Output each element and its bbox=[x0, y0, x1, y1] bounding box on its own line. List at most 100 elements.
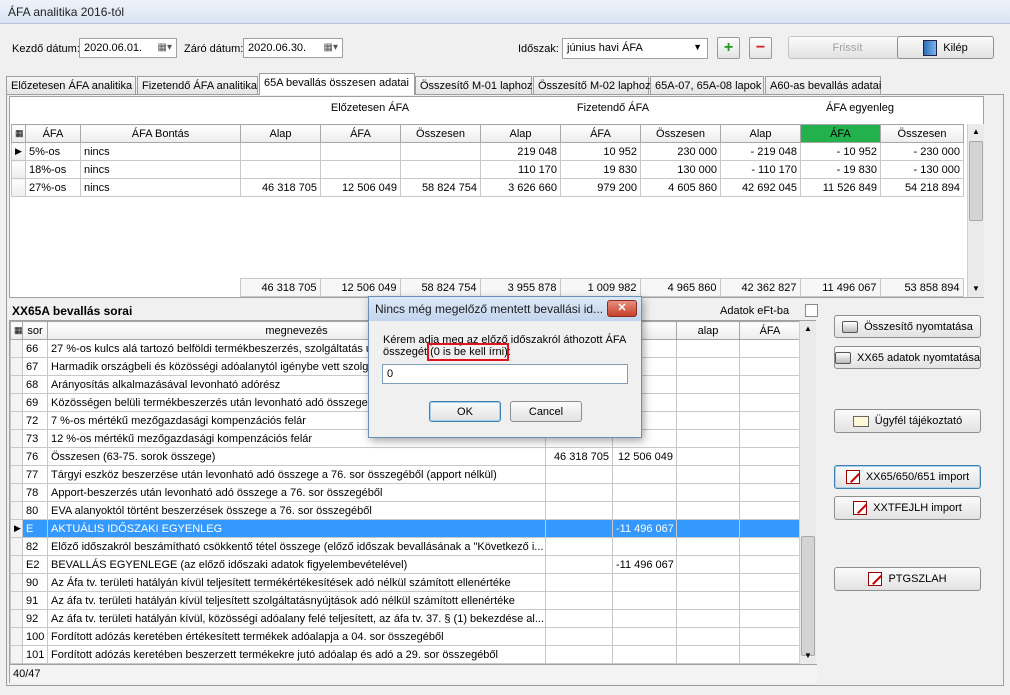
line-value[interactable] bbox=[545, 591, 613, 610]
summary-cell[interactable]: 58 824 754 bbox=[400, 178, 481, 197]
grid-settings-icon[interactable]: ▦ bbox=[11, 124, 26, 143]
summary-cell[interactable]: - 10 952 bbox=[800, 142, 881, 161]
line-code[interactable]: 100 bbox=[22, 627, 48, 646]
summary-cell[interactable]: 230 000 bbox=[640, 142, 721, 161]
line-value[interactable] bbox=[545, 555, 613, 574]
line-description[interactable]: EVA alanyoktól történt beszerzések össze… bbox=[47, 501, 546, 520]
line-description[interactable]: Összesen (63-75. sorok összege) bbox=[47, 447, 546, 466]
line-value[interactable] bbox=[612, 573, 677, 592]
line-row[interactable]: 80 EVA alanyoktól történt beszerzések öss… bbox=[10, 501, 801, 520]
line-value[interactable] bbox=[676, 393, 740, 412]
tab-m02-summary[interactable]: Összesítő M-02 laphoz bbox=[533, 76, 651, 95]
line-value[interactable] bbox=[676, 645, 740, 664]
row-indicator[interactable] bbox=[10, 555, 23, 574]
line-code[interactable]: 91 bbox=[22, 591, 48, 610]
col-header-output-total[interactable]: Összesen bbox=[640, 124, 721, 143]
line-description[interactable]: Fordított adózás keretében értékesített … bbox=[47, 627, 546, 646]
summary-cell[interactable] bbox=[240, 142, 321, 161]
summary-cell[interactable]: 5%-os bbox=[25, 142, 81, 161]
line-value[interactable] bbox=[612, 537, 677, 556]
line-description[interactable]: BEVALLÁS EGYENLEGE (az előző időszaki ad… bbox=[47, 555, 546, 574]
line-value[interactable] bbox=[612, 645, 677, 664]
line-code[interactable]: 90 bbox=[22, 573, 48, 592]
current-row-arrow-icon[interactable]: ▶ bbox=[11, 142, 26, 161]
row-indicator[interactable] bbox=[10, 609, 23, 628]
summary-cell[interactable]: nincs bbox=[80, 160, 241, 179]
row-indicator[interactable] bbox=[10, 393, 23, 412]
summary-cell[interactable]: 10 952 bbox=[560, 142, 641, 161]
summary-cell[interactable]: 46 318 705 bbox=[240, 178, 321, 197]
scroll-thumb[interactable] bbox=[801, 536, 815, 656]
col-header-output-vat[interactable]: ÁFA bbox=[560, 124, 641, 143]
line-value[interactable] bbox=[676, 501, 740, 520]
close-icon[interactable]: ✕ bbox=[607, 300, 637, 317]
summary-cell[interactable]: 11 526 849 bbox=[800, 178, 881, 197]
grid-settings-icon[interactable]: ▦ bbox=[10, 321, 23, 340]
tab-65a-summary[interactable]: 65A bevallás összesen adatai bbox=[259, 73, 415, 95]
line-value[interactable] bbox=[676, 591, 740, 610]
line-code[interactable]: 76 bbox=[22, 447, 48, 466]
summary-cell[interactable]: 130 000 bbox=[640, 160, 721, 179]
line-value[interactable] bbox=[739, 411, 801, 430]
end-date-field[interactable]: 2020.06.30. ▦▾ bbox=[243, 38, 343, 58]
line-row[interactable]: 92 Az áfa tv. területi hatályán kívül, kö… bbox=[10, 609, 801, 628]
line-value[interactable] bbox=[739, 375, 801, 394]
line-row[interactable]: 91 Az áfa tv. területi hatályán kívül tel… bbox=[10, 591, 801, 610]
line-value[interactable] bbox=[676, 465, 740, 484]
tab-input-vat[interactable]: Előzetesen ÁFA analitika bbox=[6, 76, 136, 95]
line-value[interactable] bbox=[545, 519, 613, 538]
scroll-thumb[interactable] bbox=[969, 141, 983, 221]
summary-cell[interactable]: nincs bbox=[80, 142, 241, 161]
row-indicator[interactable] bbox=[10, 591, 23, 610]
remove-button[interactable]: − bbox=[749, 37, 772, 59]
line-description[interactable]: Az Áfa tv. területi hatályán kívül telje… bbox=[47, 573, 546, 592]
line-value[interactable]: 46 318 705 bbox=[545, 447, 613, 466]
line-value[interactable] bbox=[676, 375, 740, 394]
summary-row[interactable]: 18%-os nincs 110 170 19 830 130 000- 110 170… bbox=[11, 160, 964, 179]
line-value[interactable] bbox=[739, 393, 801, 412]
line-code[interactable]: 80 bbox=[22, 501, 48, 520]
line-value[interactable] bbox=[676, 339, 740, 358]
col-header-balance-base[interactable]: Alap bbox=[720, 124, 801, 143]
line-value[interactable] bbox=[612, 591, 677, 610]
start-date-field[interactable]: 2020.06.01. ▦▾ bbox=[79, 38, 177, 58]
col-header-balance-total[interactable]: Összesen bbox=[880, 124, 964, 143]
line-code[interactable]: 101 bbox=[22, 645, 48, 664]
col-header-output-base[interactable]: Alap bbox=[480, 124, 561, 143]
exit-button[interactable]: Kilép bbox=[897, 36, 994, 59]
line-value[interactable] bbox=[676, 483, 740, 502]
line-value[interactable] bbox=[676, 519, 740, 538]
scroll-up-icon[interactable]: ▲ bbox=[800, 321, 816, 337]
line-value[interactable] bbox=[739, 483, 801, 502]
line-row[interactable]: 100 Fordított adózás keretében értékesíte… bbox=[10, 627, 801, 646]
summary-cell[interactable] bbox=[400, 160, 481, 179]
ok-button[interactable]: OK bbox=[429, 401, 501, 422]
xx65-print-button[interactable]: XX65 adatok nyomtatása bbox=[834, 346, 981, 369]
line-value[interactable] bbox=[545, 573, 613, 592]
line-code[interactable]: 78 bbox=[22, 483, 48, 502]
row-indicator[interactable] bbox=[11, 178, 26, 197]
tab-65a-07-08[interactable]: 65A-07, 65A-08 lapok bbox=[650, 76, 764, 95]
line-row[interactable]: 78 Apport-beszerzés után levonható adó ös… bbox=[10, 483, 801, 502]
line-description[interactable]: Apport-beszerzés után levonható adó össz… bbox=[47, 483, 546, 502]
line-value[interactable]: -11 496 067 bbox=[612, 555, 677, 574]
line-code[interactable]: 73 bbox=[22, 429, 48, 448]
line-row[interactable]: 82 Előző időszakról beszámítható csökkent… bbox=[10, 537, 801, 556]
line-code[interactable]: 82 bbox=[22, 537, 48, 556]
row-indicator[interactable] bbox=[10, 411, 23, 430]
line-value[interactable] bbox=[739, 645, 801, 664]
line-value[interactable] bbox=[739, 357, 801, 376]
line-value[interactable] bbox=[739, 627, 801, 646]
line-value[interactable] bbox=[612, 609, 677, 628]
line-description[interactable]: Fordított adózás keretében beszerzett te… bbox=[47, 645, 546, 664]
summary-cell[interactable]: 42 692 045 bbox=[720, 178, 801, 197]
line-description[interactable]: Az áfa tv. területi hatályán kívül, közö… bbox=[47, 609, 546, 628]
row-indicator[interactable] bbox=[10, 447, 23, 466]
row-indicator[interactable] bbox=[10, 573, 23, 592]
line-description[interactable]: Az áfa tv. területi hatályán kívül telje… bbox=[47, 591, 546, 610]
line-value[interactable] bbox=[545, 483, 613, 502]
line-code[interactable]: E bbox=[22, 519, 48, 538]
line-value[interactable] bbox=[676, 429, 740, 448]
line-value[interactable] bbox=[612, 465, 677, 484]
line-value[interactable] bbox=[739, 501, 801, 520]
